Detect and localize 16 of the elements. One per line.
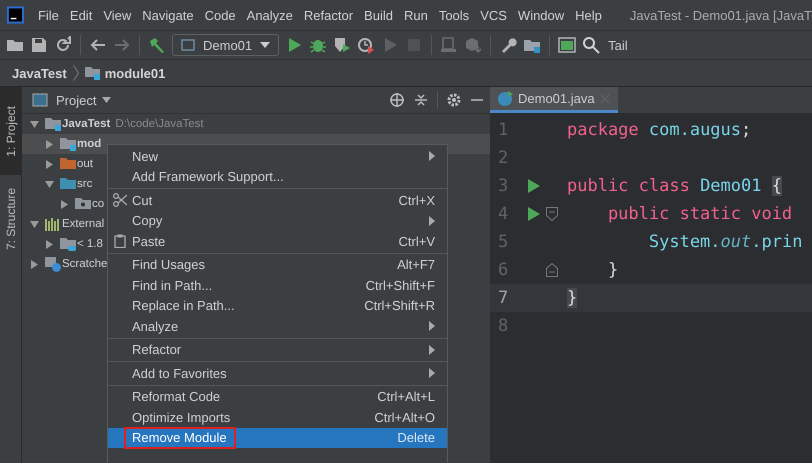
code-line: } (606, 260, 618, 280)
code-line: package com.augus; (567, 120, 752, 140)
tree-label: co (92, 198, 104, 210)
tree-label: < 1.8 (77, 238, 103, 250)
line-number: 7 (497, 288, 510, 308)
code-line: System.out.prin (648, 232, 802, 252)
code-line: public static void (606, 204, 792, 224)
tree-label: mod (77, 138, 102, 150)
tree-path: D:\code\JavaTest (115, 118, 204, 130)
tree-label: Scratche (62, 258, 108, 270)
tree-label: src (77, 178, 92, 190)
window-title: JavaTest - Demo01.java [JavaT (630, 8, 812, 22)
tree-label: out (77, 158, 93, 170)
tree-label: JavaTest (62, 118, 110, 130)
code-line: public class Demo01 { (567, 176, 782, 196)
tree-label: External (62, 218, 104, 230)
